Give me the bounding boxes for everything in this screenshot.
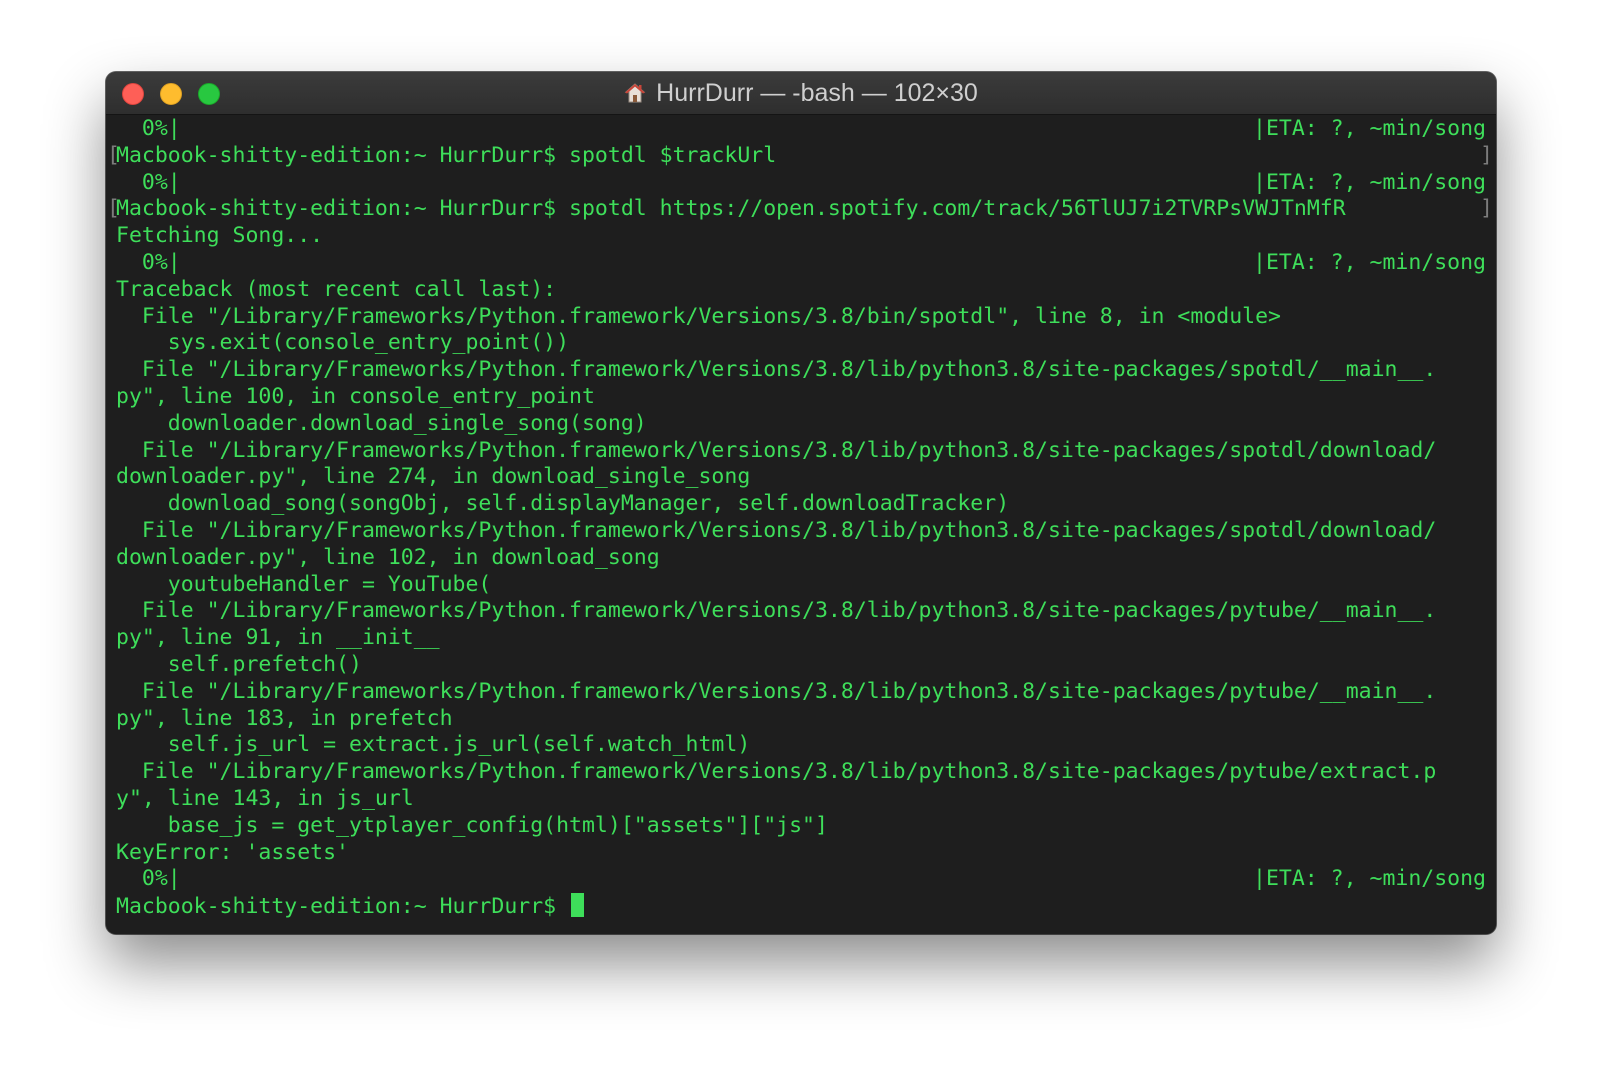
- terminal-line: self.js_url = extract.js_url(self.watch_…: [116, 732, 751, 758]
- terminal-line: File "/Library/Frameworks/Python.framewo…: [116, 357, 1437, 383]
- terminal-line: downloader.py", line 102, in download_so…: [116, 544, 660, 570]
- title-bar[interactable]: HurrDurr — -bash — 102×30: [106, 72, 1496, 115]
- eta-text: |ETA: ?, ~min/song: [1253, 169, 1486, 195]
- terminal-line: Fetching Song...: [116, 223, 324, 249]
- eta-text: |ETA: ?, ~min/song: [1253, 250, 1486, 275]
- terminal-line: self.prefetch(): [116, 652, 362, 677]
- terminal-line: 0%|: [116, 250, 181, 275]
- terminal-line: py", line 91, in __init__: [116, 625, 440, 651]
- terminal-line: 0%|: [116, 116, 181, 141]
- terminal-line: y", line 143, in js_url: [116, 786, 414, 811]
- window-title: HurrDurr — -bash — 102×30: [656, 78, 978, 107]
- terminal-window[interactable]: HurrDurr — -bash — 102×30 0%| |ETA: ?, ~m…: [106, 72, 1496, 934]
- terminal-line: File "/Library/Frameworks/Python.framewo…: [116, 437, 1437, 463]
- terminal-line: base_js = get_ytplayer_config(html)["ass…: [116, 812, 828, 838]
- window-title-group: HurrDurr — -bash — 102×30: [106, 72, 1496, 114]
- terminal-line: download_song(songObj, self.displayManag…: [116, 491, 1010, 517]
- mark-bracket-close: ]: [1480, 142, 1493, 168]
- home-icon: [624, 83, 646, 103]
- eta-text: |ETA: ?, ~min/song: [1253, 866, 1486, 892]
- mark-bracket-close: ]: [1480, 196, 1493, 222]
- terminal-line: py", line 183, in prefetch: [116, 705, 453, 731]
- terminal-line: downloader.download_single_song(song): [116, 410, 647, 436]
- prompt-line: Macbook-shitty-edition:~ HurrDurr$: [116, 893, 585, 920]
- terminal-line: Macbook-shitty-edition:~ HurrDurr$ spotd…: [116, 196, 1346, 222]
- terminal-line: 0%|: [116, 169, 181, 195]
- mark-bracket-open: [: [107, 196, 120, 222]
- terminal-line: sys.exit(console_entry_point()): [116, 330, 570, 356]
- terminal-line: File "/Library/Frameworks/Python.framewo…: [116, 518, 1437, 543]
- terminal-line: File "/Library/Frameworks/Python.framewo…: [116, 678, 1437, 704]
- mark-bracket-open: [: [107, 142, 120, 168]
- terminal-line: KeyError: 'assets': [116, 839, 349, 865]
- terminal-line: Traceback (most recent call last):: [116, 276, 557, 302]
- terminal-output[interactable]: 0%| |ETA: ?, ~min/song Macbook-shitty-edit…: [106, 115, 1496, 934]
- terminal-line: File "/Library/Frameworks/Python.framewo…: [116, 303, 1281, 329]
- terminal-line: 0%|: [116, 866, 181, 892]
- terminal-line: youtubeHandler = YouTube(: [116, 571, 492, 597]
- text-cursor: [571, 893, 585, 918]
- terminal-line: Macbook-shitty-edition:~ HurrDurr$ spotd…: [116, 142, 777, 168]
- eta-text: |ETA: ?, ~min/song: [1253, 116, 1486, 141]
- terminal-line: File "/Library/Frameworks/Python.framewo…: [116, 598, 1437, 624]
- terminal-line: File "/Library/Frameworks/Python.framewo…: [116, 759, 1437, 785]
- terminal-line: py", line 100, in console_entry_point: [116, 384, 595, 409]
- terminal-line: downloader.py", line 274, in download_si…: [116, 464, 751, 490]
